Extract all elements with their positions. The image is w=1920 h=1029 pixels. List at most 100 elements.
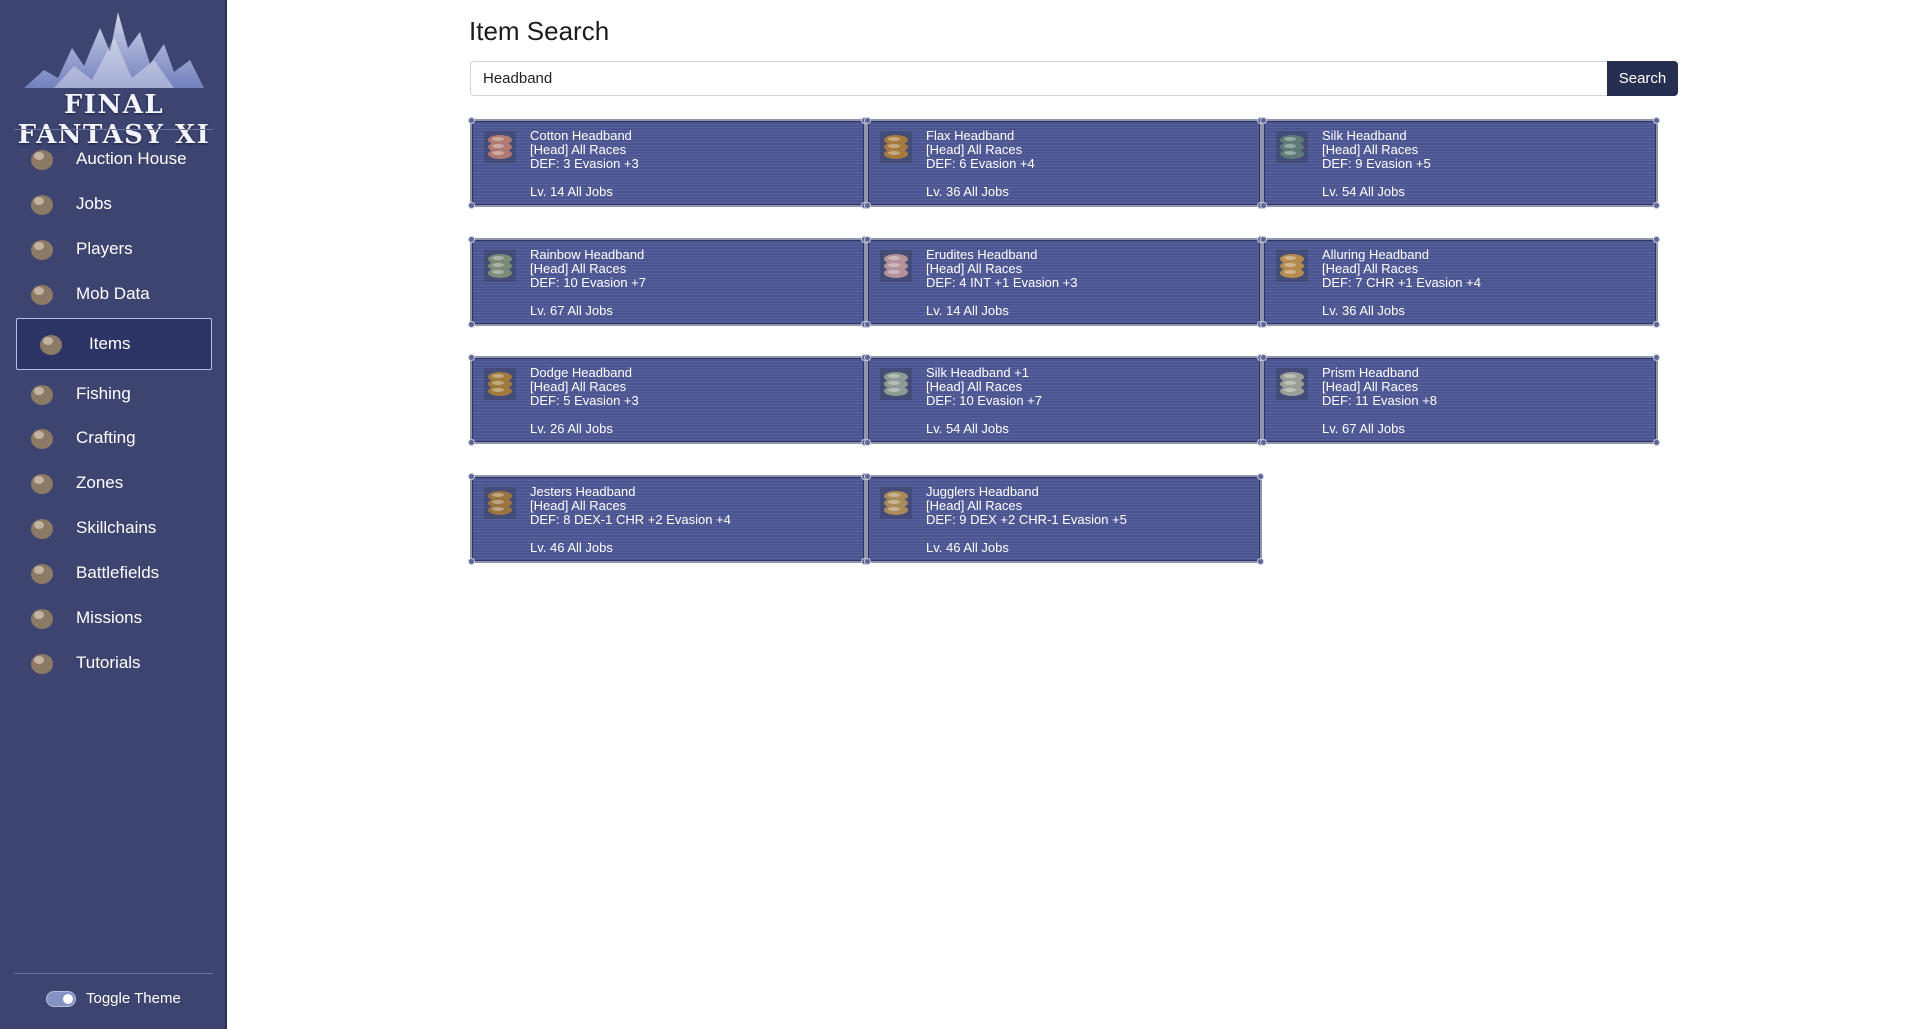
card-corner-ornament	[864, 236, 871, 243]
item-info: Rainbow Headband [Head] All Races DEF: 10 …	[530, 248, 646, 290]
item-name: Jugglers Headband	[926, 484, 1039, 499]
sidebar-item-label: Crafting	[76, 428, 136, 447]
sidebar-item-label: Players	[76, 239, 133, 258]
card-corner-ornament	[1653, 439, 1660, 446]
players-icon	[28, 235, 56, 263]
battlefields-icon	[28, 559, 56, 587]
item-name: Jesters Headband	[530, 484, 636, 499]
toggle-theme-label: Toggle Theme	[86, 990, 181, 1007]
card-corner-ornament	[1260, 117, 1267, 124]
card-corner-ornament	[468, 202, 475, 209]
item-level: Lv. 46 All Jobs	[530, 540, 613, 555]
sidebar-item-items[interactable]: Items	[16, 318, 212, 370]
item-slot: [Head] All Races	[1322, 379, 1419, 394]
item-level: Lv. 67 All Jobs	[1322, 421, 1405, 436]
item-info: Erudites Headband [Head] All Races DEF: 4 …	[926, 248, 1078, 290]
item-slot: [Head] All Races	[530, 142, 627, 157]
card-corner-ornament	[1653, 321, 1660, 328]
headband-icon	[880, 250, 912, 282]
item-slot: [Head] All Races	[926, 379, 1023, 394]
item-stats: DEF: 7 CHR +1 Evasion +4	[1322, 275, 1481, 290]
item-info: Dodge Headband [Head] All Races DEF: 5 Eva…	[530, 366, 639, 408]
item-level: Lv. 36 All Jobs	[926, 184, 1009, 199]
card-corner-ornament	[1653, 236, 1660, 243]
card-corner-ornament	[864, 321, 871, 328]
sidebar-item-fishing[interactable]: Fishing	[16, 374, 212, 414]
item-card[interactable]: Jugglers Headband [Head] All Races DEF: 9 …	[864, 473, 1264, 565]
item-stats: DEF: 10 Evasion +7	[530, 275, 646, 290]
sidebar-item-jobs[interactable]: Jobs	[16, 184, 212, 224]
card-corner-ornament	[1260, 439, 1267, 446]
item-card[interactable]: Jesters Headband [Head] All Races DEF: 8 D…	[468, 473, 868, 565]
item-card[interactable]: Prism Headband [Head] All Races DEF: 11 Ev…	[1260, 354, 1660, 446]
item-card[interactable]: Erudites Headband [Head] All Races DEF: 4 …	[864, 236, 1264, 328]
crafting-icon	[28, 424, 56, 452]
headband-icon	[880, 131, 912, 163]
card-corner-ornament	[468, 117, 475, 124]
item-name: Dodge Headband	[530, 365, 632, 380]
item-slot: [Head] All Races	[926, 142, 1023, 157]
sidebar-item-zones[interactable]: Zones	[16, 463, 212, 503]
item-slot: [Head] All Races	[530, 261, 627, 276]
sidebar-item-battlefields[interactable]: Battlefields	[16, 553, 212, 593]
card-corner-ornament	[1653, 117, 1660, 124]
card-corner-ornament	[468, 321, 475, 328]
item-stats: DEF: 9 DEX +2 CHR-1 Evasion +5	[926, 512, 1127, 527]
card-corner-ornament	[1260, 354, 1267, 361]
jobs-icon	[28, 190, 56, 218]
item-level: Lv. 54 All Jobs	[926, 421, 1009, 436]
item-level: Lv. 67 All Jobs	[530, 303, 613, 318]
card-corner-ornament	[864, 202, 871, 209]
item-card[interactable]: Flax Headband [Head] All Races DEF: 6 Evas…	[864, 117, 1264, 209]
sidebar-item-label: Skillchains	[76, 518, 157, 537]
item-info: Jesters Headband [Head] All Races DEF: 8 D…	[530, 485, 731, 527]
sidebar-item-mob-data[interactable]: Mob Data	[16, 274, 212, 314]
sidebar: FINAL FANTASY XI Auction House Jobs Player…	[0, 0, 227, 1029]
sidebar-item-label: Tutorials	[76, 653, 141, 672]
item-name: Flax Headband	[926, 128, 1015, 143]
item-stats: DEF: 11 Evasion +8	[1322, 393, 1438, 408]
search-button[interactable]: Search	[1607, 61, 1678, 96]
item-card[interactable]: Silk Headband +1 [Head] All Races DEF: 10 …	[864, 354, 1264, 446]
item-card[interactable]: Silk Headband [Head] All Races DEF: 9 Evas…	[1260, 117, 1660, 209]
item-level: Lv. 36 All Jobs	[1322, 303, 1405, 318]
item-slot: [Head] All Races	[530, 379, 627, 394]
sidebar-item-crafting[interactable]: Crafting	[16, 418, 212, 458]
item-card[interactable]: Rainbow Headband [Head] All Races DEF: 10 …	[468, 236, 868, 328]
headband-icon	[484, 250, 516, 282]
item-info: Cotton Headband [Head] All Races DEF: 3 Ev…	[530, 129, 639, 171]
item-card[interactable]: Cotton Headband [Head] All Races DEF: 3 Ev…	[468, 117, 868, 209]
search-input[interactable]	[470, 61, 1608, 96]
card-corner-ornament	[1260, 321, 1267, 328]
sidebar-item-skillchains[interactable]: Skillchains	[16, 508, 212, 548]
card-corner-ornament	[864, 354, 871, 361]
item-slot: [Head] All Races	[926, 498, 1023, 513]
final-fantasy-xi-logo[interactable]: FINAL FANTASY XI	[14, 8, 214, 150]
crystal-crown-icon	[24, 12, 204, 88]
item-stats: DEF: 3 Evasion +3	[530, 156, 639, 171]
sidebar-item-label: Items	[89, 334, 131, 353]
item-info: Silk Headband [Head] All Races DEF: 9 Evas…	[1322, 129, 1431, 171]
item-info: Prism Headband [Head] All Races DEF: 11 Ev…	[1322, 366, 1437, 408]
card-corner-ornament	[1257, 558, 1264, 565]
item-slot: [Head] All Races	[926, 261, 1023, 276]
sidebar-item-tutorials[interactable]: Tutorials	[16, 643, 212, 683]
item-card[interactable]: Dodge Headband [Head] All Races DEF: 5 Eva…	[468, 354, 868, 446]
sidebar-item-players[interactable]: Players	[16, 229, 212, 269]
item-info: Silk Headband +1 [Head] All Races DEF: 10 …	[926, 366, 1042, 408]
headband-icon	[880, 368, 912, 400]
toggle-theme[interactable]: Toggle Theme	[46, 990, 181, 1007]
sidebar-item-auction-house[interactable]: Auction House	[16, 139, 212, 179]
headband-icon	[1276, 368, 1308, 400]
card-corner-ornament	[864, 558, 871, 565]
card-corner-ornament	[864, 117, 871, 124]
item-slot: [Head] All Races	[1322, 261, 1419, 276]
item-name: Rainbow Headband	[530, 247, 645, 262]
item-card[interactable]: Alluring Headband [Head] All Races DEF: 7 …	[1260, 236, 1660, 328]
headband-icon	[484, 368, 516, 400]
item-level: Lv. 26 All Jobs	[530, 421, 613, 436]
sidebar-item-missions[interactable]: Missions	[16, 598, 212, 638]
theme-switch[interactable]	[46, 990, 76, 1007]
headband-icon	[880, 487, 912, 519]
sidebar-item-label: Mob Data	[76, 284, 150, 303]
